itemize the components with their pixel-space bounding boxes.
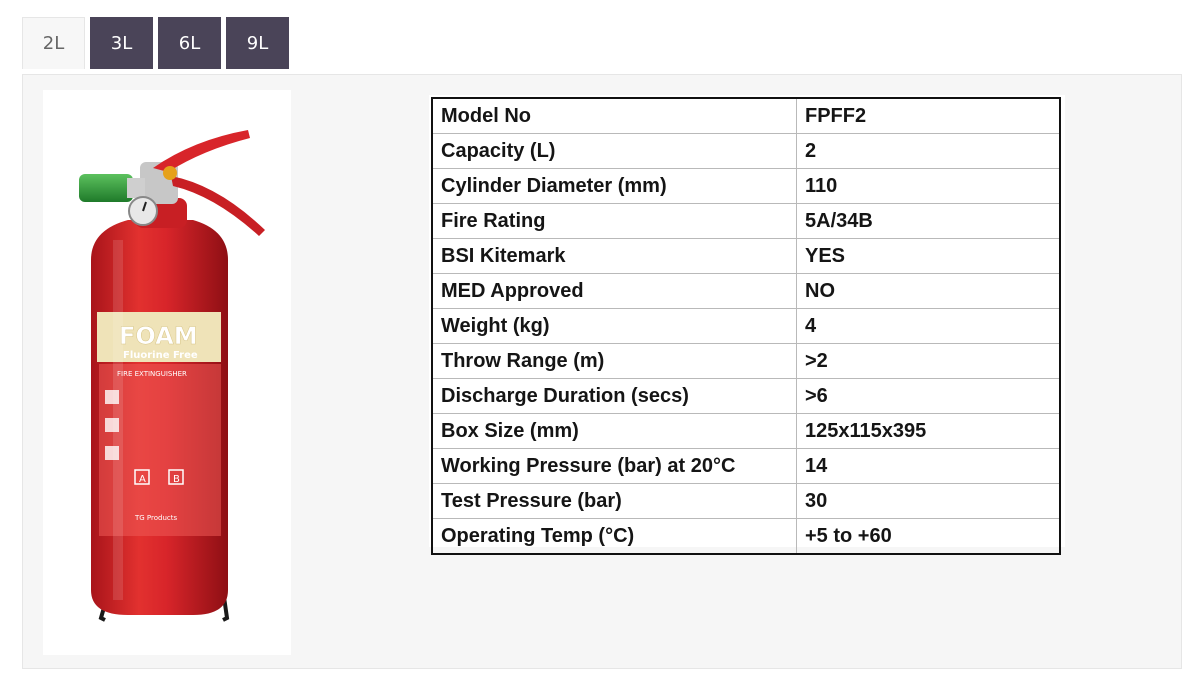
spec-key: Operating Temp (°C)	[431, 518, 797, 555]
spec-key: Model No	[431, 97, 797, 134]
spec-value: 110	[796, 168, 1061, 204]
spec-row: Cylinder Diameter (mm) 110	[431, 168, 1061, 204]
spec-value: >6	[796, 378, 1061, 414]
spec-row: Working Pressure (bar) at 20°C 14	[431, 448, 1061, 484]
tab-3l[interactable]: 3L	[90, 17, 153, 69]
spec-key: Throw Range (m)	[431, 343, 797, 379]
spec-value: 4	[796, 308, 1061, 344]
spec-key: BSI Kitemark	[431, 238, 797, 274]
class-b-mark: B	[173, 474, 180, 485]
spec-value: 2	[796, 133, 1061, 169]
spec-row: Capacity (L) 2	[431, 133, 1061, 169]
spec-value: >2	[796, 343, 1061, 379]
spec-key: Capacity (L)	[431, 133, 797, 169]
spec-key: Discharge Duration (secs)	[431, 378, 797, 414]
spec-value: 125x115x395	[796, 413, 1061, 449]
spec-row: Test Pressure (bar) 30	[431, 483, 1061, 519]
spec-value: 5A/34B	[796, 203, 1061, 239]
spec-row: MED Approved NO	[431, 273, 1061, 309]
spec-row: Throw Range (m) >2	[431, 343, 1061, 379]
brand-mark: TG Products	[134, 514, 178, 522]
label-main: FOAM	[119, 322, 198, 350]
spec-value: +5 to +60	[796, 518, 1061, 555]
tab-panel: FOAM Fluorine Free FIRE EXTINGUISHER A B…	[22, 74, 1182, 669]
spec-value: YES	[796, 238, 1061, 274]
spec-value: FPFF2	[796, 97, 1061, 134]
spec-value: NO	[796, 273, 1061, 309]
spec-table-container: Model No FPFF2 Capacity (L) 2 Cylinder Diame…	[429, 95, 1065, 555]
spec-row: Model No FPFF2	[431, 97, 1061, 134]
spec-row: BSI Kitemark YES	[431, 238, 1061, 274]
spec-key: Weight (kg)	[431, 308, 797, 344]
spec-key: Test Pressure (bar)	[431, 483, 797, 519]
spec-key: Fire Rating	[431, 203, 797, 239]
spec-row: Box Size (mm) 125x115x395	[431, 413, 1061, 449]
spec-value: 14	[796, 448, 1061, 484]
spec-table: Model No FPFF2 Capacity (L) 2 Cylinder Diame…	[431, 97, 1061, 555]
label-sub: Fluorine Free	[123, 350, 198, 361]
tab-9l[interactable]: 9L	[226, 17, 289, 69]
tab-6l[interactable]: 6L	[158, 17, 221, 69]
spec-key: Cylinder Diameter (mm)	[431, 168, 797, 204]
spec-key: Working Pressure (bar) at 20°C	[431, 448, 797, 484]
spec-row: Fire Rating 5A/34B	[431, 203, 1061, 239]
spec-row: Discharge Duration (secs) >6	[431, 378, 1061, 414]
label-type: FIRE EXTINGUISHER	[117, 370, 187, 378]
tab-2l[interactable]: 2L	[22, 17, 85, 69]
class-a-mark: A	[139, 474, 146, 485]
fire-extinguisher-image: FOAM Fluorine Free FIRE EXTINGUISHER A B…	[79, 130, 265, 622]
spec-row: Weight (kg) 4	[431, 308, 1061, 344]
spec-key: MED Approved	[431, 273, 797, 309]
spec-row: Operating Temp (°C) +5 to +60	[431, 518, 1061, 555]
spec-value: 30	[796, 483, 1061, 519]
product-image: FOAM Fluorine Free FIRE EXTINGUISHER A B…	[43, 90, 291, 655]
size-tabs: 2L 3L 6L 9L	[22, 17, 289, 69]
spec-key: Box Size (mm)	[431, 413, 797, 449]
